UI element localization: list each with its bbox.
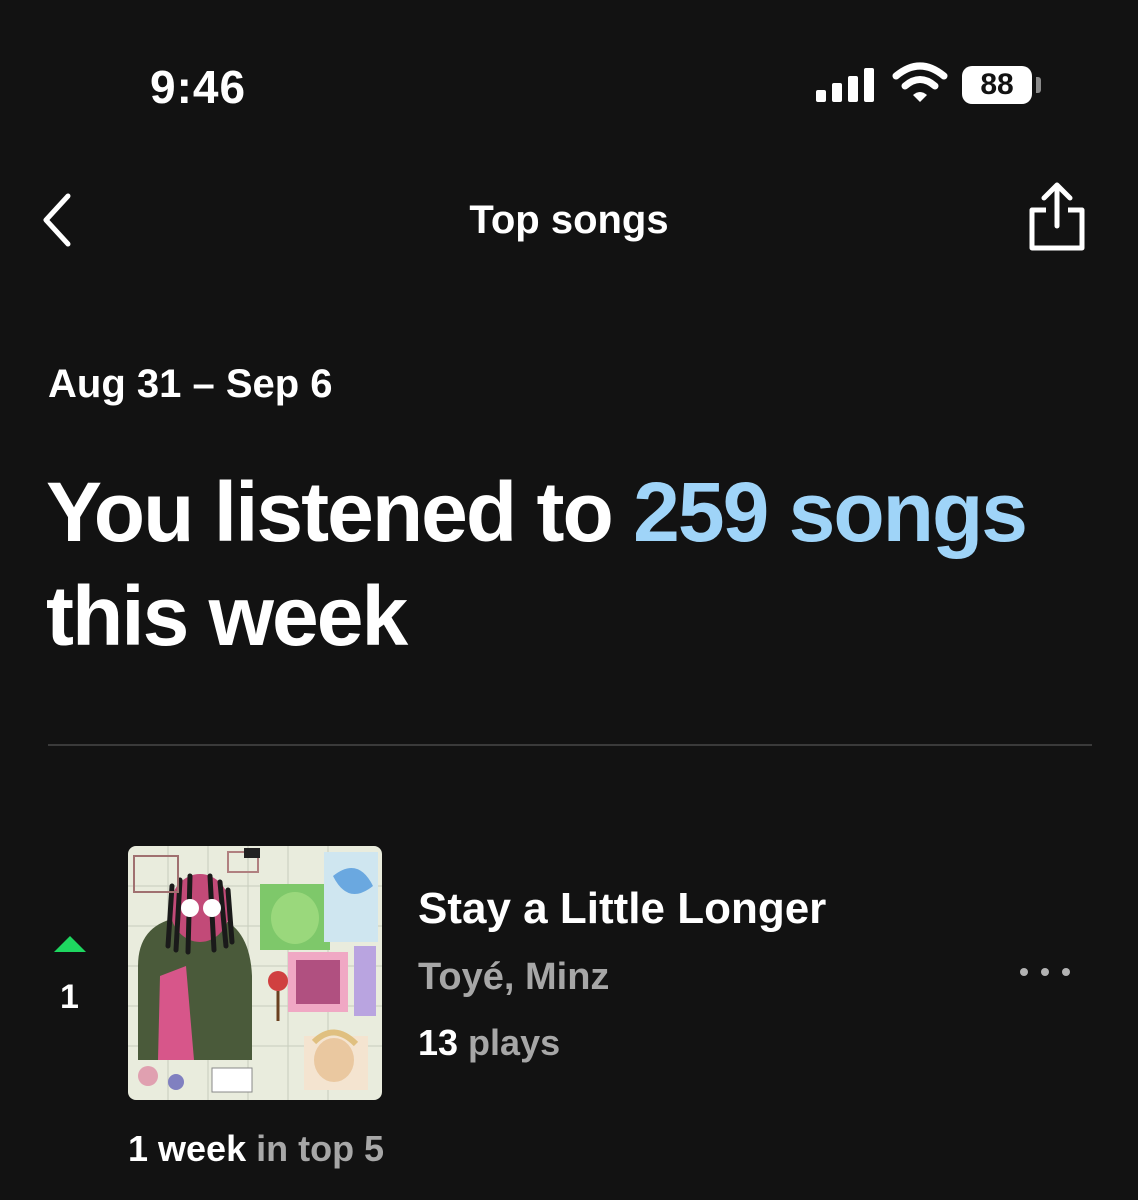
weeks-count: 1 week xyxy=(128,1128,247,1169)
divider xyxy=(48,744,1092,746)
share-icon[interactable] xyxy=(1024,180,1090,252)
wifi-icon xyxy=(892,62,948,102)
headline-prefix: You listened to xyxy=(46,465,634,559)
weeks-label: in top 5 xyxy=(246,1128,385,1169)
album-art-image xyxy=(128,846,382,1100)
song-plays: 13 plays xyxy=(418,1022,560,1064)
song-rank: 1 xyxy=(60,978,79,1016)
plays-label: plays xyxy=(458,1022,561,1063)
battery-level: 88 xyxy=(980,68,1014,101)
headline-highlight: 259 songs xyxy=(633,465,1028,559)
battery-cap xyxy=(1036,77,1041,93)
song-artists[interactable]: Toyé, Minz xyxy=(418,956,609,999)
song-title[interactable]: Stay a Little Longer xyxy=(418,884,826,934)
cellular-signal-icon xyxy=(816,68,874,102)
battery-indicator: 88 xyxy=(962,66,1032,104)
date-range: Aug 31 – Sep 6 xyxy=(48,362,333,406)
plays-count: 13 xyxy=(418,1022,459,1063)
trend-up-icon xyxy=(54,936,86,952)
headline-suffix: this week xyxy=(46,569,408,663)
status-time: 9:46 xyxy=(150,61,247,113)
weeks-in-top: 1 week in top 5 xyxy=(128,1128,384,1170)
headline: You listened to 259 songs this week xyxy=(46,460,1106,668)
page-title: Top songs xyxy=(469,198,669,242)
more-options-icon[interactable] xyxy=(1018,964,1072,980)
album-cover[interactable] xyxy=(128,846,382,1100)
